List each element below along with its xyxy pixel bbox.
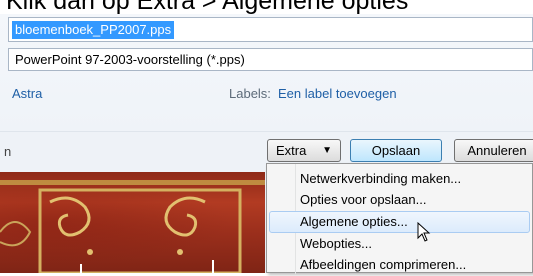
instruction-caption: Klik dan op Extra > Algemene opties [6,0,409,15]
add-label-link[interactable]: Een label toevoegen [278,86,397,102]
extra-label: Extra [276,143,307,158]
extra-dropdown-button[interactable]: Extra ▼ [267,139,341,162]
hide-folders-fragment[interactable]: n [4,144,11,159]
filename-field[interactable]: bloemenboek_PP2007.pps [8,17,533,42]
menu-item-save-options[interactable]: Opties voor opslaan... [269,189,530,211]
filetype-select[interactable]: PowerPoint 97-2003-voorstelling (*.pps) [8,48,533,71]
save-button[interactable]: Opslaan [350,139,442,162]
menu-item-general-options[interactable]: Algemene opties... [269,211,530,233]
menu-item-network-connection[interactable]: Netwerkverbinding maken... [269,168,530,190]
extra-menu: Netwerkverbinding maken... Opties voor o… [266,163,533,274]
mouse-cursor-icon [417,222,431,242]
labels-title: Labels: [229,86,271,101]
author-value[interactable]: Astra [12,86,42,102]
chevron-down-icon: ▼ [322,145,332,156]
slide-preview-image [0,172,265,273]
filename-selected-text: bloemenboek_PP2007.pps [12,21,175,39]
cancel-button[interactable]: Annuleren [454,139,533,162]
menu-item-web-options[interactable]: Webopties... [269,233,530,255]
